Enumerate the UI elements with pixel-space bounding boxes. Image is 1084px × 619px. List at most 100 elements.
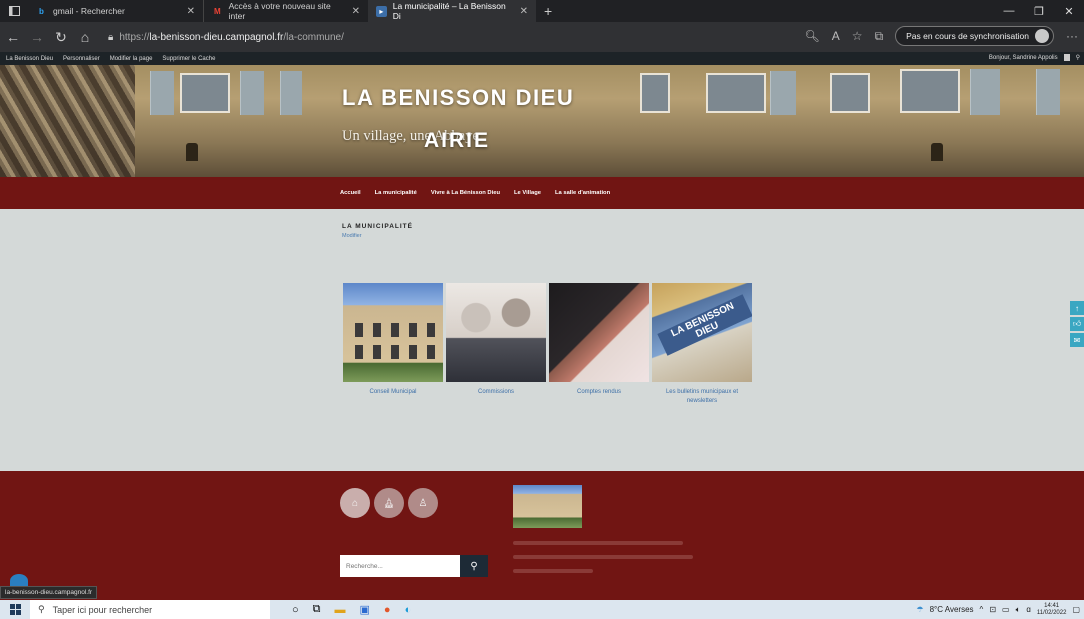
nav-item-accueil[interactable]: Accueil [340, 190, 361, 196]
nav-item-vivre[interactable]: Vivre à La Bénisson Dieu [431, 190, 500, 196]
file-explorer-icon[interactable]: ▬ [335, 604, 346, 616]
system-tray: ☂ 8°C Averses ^ ⊡ ▭ 🔈︎ ɑ 14:41 11/02/202… [916, 600, 1080, 619]
main-content: LA MUNICIPALITÉ Modifier Conseil Municip… [0, 209, 1084, 471]
card-caption[interactable]: Comptes rendus [549, 388, 649, 397]
card-caption[interactable]: Les bulletins municipaux et newsletters [652, 388, 752, 406]
like-icon[interactable]: 👍︎ [1070, 317, 1084, 331]
building-window [640, 73, 670, 113]
new-tab-button[interactable]: + [536, 3, 560, 19]
footer-icon-group: ⌂ ⛪︎ ♙ [340, 488, 438, 518]
meeting-image[interactable] [446, 283, 546, 382]
read-aloud-icon[interactable]: A [832, 29, 840, 43]
home-icon[interactable]: ⌂ [74, 29, 96, 45]
card-comptes-rendus[interactable]: Comptes rendus [549, 283, 649, 406]
favorite-icon[interactable]: ☆ [852, 29, 863, 43]
gmail-icon: M [213, 6, 221, 16]
store-icon[interactable]: ▣ [360, 603, 370, 616]
page-title: LA MUNICIPALITÉ [342, 223, 413, 230]
site-title[interactable]: LA BENISSON DIEU [342, 85, 574, 111]
site-icon: ▸ [376, 5, 387, 17]
wp-customize-link[interactable]: Personnaliser [63, 56, 100, 62]
restore-icon[interactable]: ❐ [1024, 5, 1054, 18]
firefox-icon[interactable]: ● [384, 604, 391, 616]
search-icon: ⚲ [470, 560, 478, 572]
bulletin-label: LA BENISSON DIEU [657, 294, 752, 356]
user-avatar [1063, 54, 1070, 61]
share-sidebar: ↑ 👍︎ ✉︎ [1070, 301, 1084, 347]
refresh-icon[interactable]: ↻ [50, 29, 72, 46]
tab-title: gmail - Rechercher [53, 6, 125, 16]
url-field[interactable]: 🔒︎ https://la-benisson-dieu.campagnol.fr… [108, 32, 748, 43]
sync-button[interactable]: Pas en cours de synchronisation [895, 26, 1054, 46]
collections-icon[interactable]: ⧉ [875, 29, 884, 44]
wp-site-link[interactable]: La Benisson Dieu [6, 56, 53, 62]
forward-icon[interactable]: → [26, 29, 48, 45]
edit-link[interactable]: Modifier [342, 233, 362, 239]
close-icon[interactable]: ✕ [187, 6, 195, 17]
window-controls: — ❐ ✕ [994, 0, 1084, 22]
wp-edit-page-link[interactable]: Modifier la page [110, 56, 153, 62]
weather-status[interactable]: 8°C Averses [930, 605, 974, 614]
close-window-icon[interactable]: ✕ [1054, 5, 1084, 18]
windows-start-icon[interactable] [0, 604, 30, 615]
lamp-decoration [186, 143, 198, 161]
tab-title: La municipalité – La Benisson Di [392, 1, 506, 21]
tab-gmail[interactable]: M Accès à votre nouveau site inter ✕ [203, 0, 368, 22]
town-hall-image[interactable] [343, 283, 443, 382]
card-caption[interactable]: Commissions [446, 388, 546, 397]
search-icon[interactable]: ⚲ [1076, 54, 1080, 61]
card-caption[interactable]: Conseil Municipal [343, 388, 443, 397]
wp-greeting[interactable]: Bonjour, Sandrine Appolis [989, 55, 1058, 61]
main-navigation: Accueil La municipalité Vivre à La Bénis… [0, 177, 1084, 209]
bulletins-image[interactable]: LA BENISSON DIEU [652, 283, 752, 382]
close-icon[interactable]: ✕ [520, 6, 528, 17]
share-icon[interactable]: ↑ [1070, 301, 1084, 315]
tab-actions-icon[interactable] [0, 0, 28, 22]
lamp-decoration [931, 143, 943, 161]
footer-text-block [513, 541, 693, 583]
more-icon[interactable]: ··· [1066, 29, 1078, 43]
search-button[interactable]: ⚲ [460, 555, 488, 577]
network-icon[interactable]: ⊡ [989, 605, 996, 614]
email-icon[interactable]: ✉︎ [1070, 333, 1084, 347]
person-icon[interactable]: ♙ [408, 488, 438, 518]
home-icon[interactable]: ⌂ [340, 488, 370, 518]
zoom-icon[interactable]: 🔍︎ [805, 29, 820, 43]
building-window [706, 73, 766, 113]
building-window [180, 73, 230, 113]
tab-municipalite[interactable]: ▸ La municipalité – La Benisson Di ✕ [368, 0, 536, 22]
chevron-up-icon[interactable]: ^ [980, 605, 984, 614]
taskbar-search[interactable]: ⚲ Taper ici pour rechercher [30, 600, 270, 619]
cortana-icon[interactable]: ○ [292, 604, 299, 616]
close-icon[interactable]: ✕ [352, 6, 360, 17]
edge-icon[interactable]: ◐ [405, 604, 412, 616]
battery-icon[interactable]: ▭ [1002, 605, 1010, 614]
clock-date: 11/02/2022 [1036, 609, 1067, 616]
search-input[interactable] [340, 555, 460, 577]
nav-item-village[interactable]: Le Village [514, 190, 541, 196]
clock-time: 14:41 [1044, 602, 1060, 609]
back-icon[interactable]: ← [2, 29, 24, 45]
tab-bing[interactable]: b gmail - Rechercher ✕ [28, 0, 203, 22]
clock[interactable]: 14:41 11/02/2022 [1037, 603, 1067, 617]
wp-admin-bar: La Benisson Dieu Personnaliser Modifier … [0, 52, 1084, 65]
url-domain: la-benisson-dieu.campagnol.fr [149, 31, 284, 43]
nav-item-municipalite[interactable]: La municipalité [375, 190, 417, 196]
minimize-icon[interactable]: — [994, 5, 1024, 17]
task-view-icon[interactable]: ⧉ [313, 603, 321, 616]
church-icon[interactable]: ⛪︎ [374, 488, 404, 518]
web-page: LA BENISSON DIEU Un village, une Abbaye … [0, 65, 1084, 600]
card-conseil-municipal[interactable]: Conseil Municipal [343, 283, 443, 406]
volume-icon[interactable]: 🔈︎ [1016, 605, 1021, 615]
language-icon[interactable]: ɑ [1026, 605, 1030, 614]
notification-icon[interactable]: ▢ [1072, 605, 1080, 614]
nav-item-salle[interactable]: La salle d'animation [555, 190, 610, 196]
card-bulletins[interactable]: LA BENISSON DIEU Les bulletins municipau… [652, 283, 752, 406]
building-window [900, 69, 960, 113]
card-commissions[interactable]: Commissions [446, 283, 546, 406]
footer-town-hall-image[interactable] [513, 485, 582, 528]
signing-image[interactable] [549, 283, 649, 382]
address-bar-tools: 🔍︎ A ☆ ⧉ Pas en cours de synchronisation… [805, 26, 1078, 46]
wp-clear-cache-link[interactable]: Supprimer le Cache [162, 56, 215, 62]
site-footer: ⌂ ⛪︎ ♙ ⚲ [0, 471, 1084, 600]
